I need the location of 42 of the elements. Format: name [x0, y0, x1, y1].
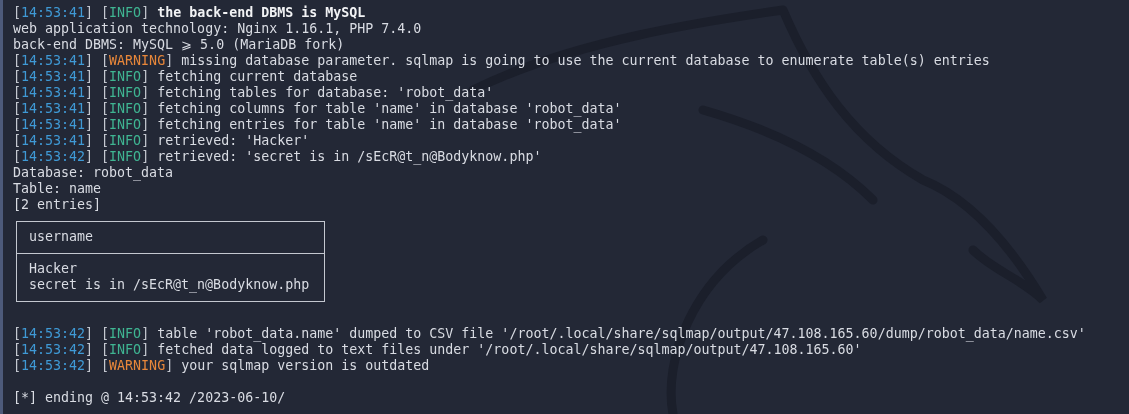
log-level-tag: [WARNING] — [101, 53, 174, 68]
log-message: retrieved: 'Hacker' — [157, 133, 310, 148]
timestamp: [14:53:41] — [13, 69, 94, 84]
table-header: username — [29, 229, 94, 244]
log-message: fetching entries for table 'name' in database 'robot_data' — [157, 117, 622, 132]
output-line: back-end DBMS: MySQL ⩾ 5.0 (MariaDB fork) — [13, 37, 345, 52]
output-line: Database: robot_data — [13, 165, 174, 180]
log-message: fetched data logged to text files under '/root/.local/share/sqlmap/output/47.108.165.60' — [157, 342, 862, 357]
log-message: table 'robot_data.name' dumped to CSV file '/root/.local/share/sqlmap/output/47.108.165.60/dump/robot_data/name.csv' — [157, 326, 1086, 341]
timestamp: [14:53:42] — [13, 342, 94, 357]
timestamp: [14:53:42] — [13, 326, 94, 341]
timestamp: [14:53:41] — [13, 5, 94, 20]
log-level-tag: [INFO] — [101, 117, 150, 132]
log-level-tag: [INFO] — [101, 69, 150, 84]
timestamp: [14:53:41] — [13, 101, 94, 116]
timestamp: [14:53:41] — [13, 53, 94, 68]
timestamp: [14:53:42] — [13, 149, 94, 164]
log-message: fetching tables for database: 'robot_data' — [157, 85, 494, 100]
output-line: Table: name — [13, 181, 102, 196]
log-message: missing database parameter. sqlmap is going to use the current database to enumerate table(s) entries — [181, 53, 990, 68]
log-level-tag: [INFO] — [101, 101, 150, 116]
log-level-tag: [INFO] — [101, 133, 150, 148]
log-message: your sqlmap version is outdated — [181, 358, 430, 373]
log-level-tag: [INFO] — [101, 342, 150, 357]
log-level-tag: [INFO] — [101, 85, 150, 100]
table-cell: secret is in /sEcR@t_n@Bodyknow.php — [29, 277, 310, 292]
log-message: the back-end DBMS is MySQL — [157, 5, 366, 20]
log-level-tag: [INFO] — [101, 326, 150, 341]
output-line: [2 entries] — [13, 197, 102, 212]
timestamp: [14:53:41] — [13, 133, 94, 148]
log-message: fetching columns for table 'name' in database 'robot_data' — [157, 101, 622, 116]
log-level-tag: [WARNING] — [101, 358, 174, 373]
log-level-tag: [INFO] — [101, 5, 150, 20]
timestamp: [14:53:41] — [13, 85, 94, 100]
timestamp: [14:53:42] — [13, 358, 94, 373]
output-line: [*] ending @ 14:53:42 /2023-06-10/ — [13, 390, 286, 405]
log-message: fetching current database — [157, 69, 358, 84]
output-line: web application technology: Nginx 1.16.1, PHP 7.4.0 — [13, 21, 422, 36]
log-level-tag: [INFO] — [101, 149, 150, 164]
timestamp: [14:53:41] — [13, 117, 94, 132]
log-message: retrieved: 'secret is in /sEcR@t_n@Bodyknow.php' — [157, 149, 542, 164]
table-cell: Hacker — [29, 261, 78, 276]
